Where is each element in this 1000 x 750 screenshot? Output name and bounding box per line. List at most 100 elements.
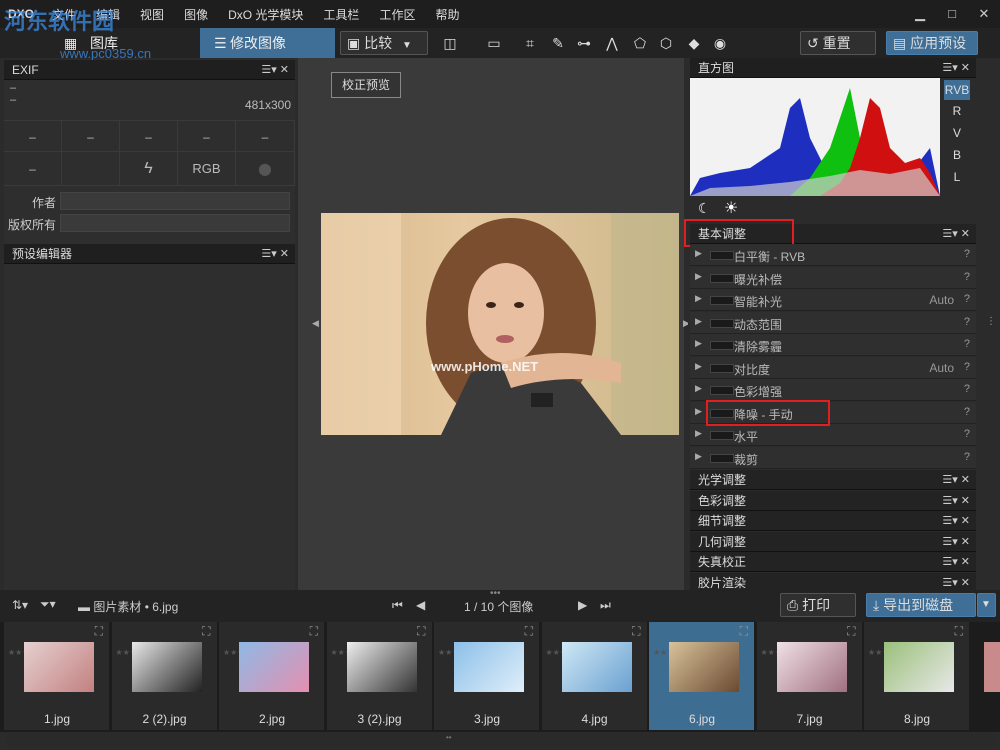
thumbnail[interactable]: ★★★★★ ⛶ 8.jpg bbox=[864, 622, 970, 730]
help-icon[interactable]: ? bbox=[964, 338, 970, 350]
eyedropper-icon[interactable]: ✎ bbox=[548, 33, 568, 53]
section-controls[interactable]: ☰▾ ✕ bbox=[942, 470, 970, 490]
rating-stars[interactable]: ★★★★★ bbox=[761, 648, 797, 658]
right-edge-handle[interactable]: ⋮ bbox=[986, 316, 996, 327]
minimize-button[interactable]: ▁ bbox=[904, 0, 936, 28]
section-controls[interactable]: ☰▾ ✕ bbox=[942, 532, 970, 552]
expand-arrow-icon[interactable]: ▶ bbox=[695, 271, 702, 282]
compare-button[interactable]: ▣ 比较 ▼ bbox=[340, 31, 428, 55]
expand-arrow-icon[interactable]: ▶ bbox=[695, 451, 702, 462]
apply-preset-button[interactable]: ▤ 应用预设 bbox=[886, 31, 978, 55]
section-header[interactable]: 失真校正 ☰▾ ✕ bbox=[690, 552, 976, 572]
help-icon[interactable]: ? bbox=[964, 316, 970, 328]
basic-adjust-row[interactable]: ▶ 水平? bbox=[690, 424, 976, 446]
expand-arrow-icon[interactable]: ▶ bbox=[695, 316, 702, 327]
basic-adjust-row[interactable]: ▶ 清除雾霾? bbox=[690, 334, 976, 356]
thumbnail[interactable]: ★★★★★ ⛶ 4.jpg bbox=[541, 622, 648, 730]
scrollbar-grip[interactable]: •• bbox=[446, 733, 452, 742]
menu-view[interactable]: 视图 bbox=[130, 6, 174, 23]
help-icon[interactable]: ? bbox=[964, 248, 970, 260]
channel-rvb[interactable]: RVB bbox=[944, 80, 970, 100]
enable-toggle[interactable] bbox=[710, 296, 734, 305]
copyright-field[interactable] bbox=[60, 214, 290, 232]
expand-arrow-icon[interactable]: ▶ bbox=[695, 361, 702, 372]
menu-optics[interactable]: DxO 光学模块 bbox=[218, 6, 313, 23]
help-icon[interactable]: ? bbox=[964, 406, 970, 418]
correct-preview-button[interactable]: 校正预览 bbox=[331, 72, 401, 98]
enable-toggle[interactable] bbox=[710, 363, 734, 373]
expand-arrow-icon[interactable]: ▶ bbox=[695, 293, 702, 304]
prev-image-icon[interactable]: ◀ bbox=[416, 598, 425, 612]
section-controls[interactable]: ☰▾ ✕ bbox=[942, 511, 970, 531]
rating-stars[interactable]: ★★★★★ bbox=[223, 648, 259, 658]
enable-toggle[interactable] bbox=[710, 273, 734, 283]
basic-adjust-row[interactable]: ▶ 裁剪? bbox=[690, 446, 976, 469]
histogram-panel-controls[interactable]: ☰▾ ✕ bbox=[942, 58, 970, 78]
eye-icon[interactable]: ◉ bbox=[710, 33, 730, 53]
rating-stars[interactable]: ★★★★★ bbox=[331, 648, 367, 658]
channel-b[interactable]: B bbox=[944, 144, 970, 166]
grid-perspective-icon[interactable]: ⬡ bbox=[656, 33, 676, 53]
basic-adjust-row[interactable]: ▶ 对比度 Auto? bbox=[690, 356, 976, 379]
help-icon[interactable]: ? bbox=[964, 293, 970, 305]
section-header[interactable]: 细节调整 ☰▾ ✕ bbox=[690, 511, 976, 531]
enable-toggle[interactable] bbox=[710, 453, 734, 463]
reset-button[interactable]: ↺ 重置 bbox=[800, 31, 876, 55]
perspective-icon[interactable]: ⋀ bbox=[602, 33, 622, 53]
thumbnail[interactable]: ★★★★★ ⛶ 6.jpg bbox=[649, 622, 755, 730]
filter-icon[interactable]: ⏷▾ bbox=[40, 597, 56, 612]
channel-v[interactable]: V bbox=[944, 122, 970, 144]
thumbnail[interactable]: ★★★★★ ⛶ 3 (2).jpg bbox=[326, 622, 433, 730]
channel-l[interactable]: L bbox=[944, 166, 970, 188]
eraser-icon[interactable]: ◆ bbox=[684, 33, 704, 53]
folder-path[interactable]: ▬ 图片素材 • 6.jpg bbox=[78, 598, 178, 615]
menu-help[interactable]: 帮助 bbox=[425, 6, 469, 23]
enable-toggle[interactable] bbox=[710, 341, 734, 350]
export-button[interactable]: ⤓ 导出到磁盘 bbox=[866, 593, 976, 617]
help-icon[interactable]: ? bbox=[964, 271, 970, 283]
print-button[interactable]: ⎙ 打印 bbox=[780, 593, 856, 617]
enable-toggle[interactable] bbox=[710, 386, 734, 395]
rating-stars[interactable]: ★★★★★ bbox=[868, 648, 904, 658]
section-controls[interactable]: ☰▾ ✕ bbox=[942, 552, 970, 572]
rating-stars[interactable]: ★★★★★ bbox=[116, 648, 152, 658]
exif-panel-controls[interactable]: ☰▾ ✕ bbox=[261, 60, 289, 80]
rating-stars[interactable]: ★★★★★ bbox=[438, 648, 474, 658]
export-dropdown[interactable]: ▼ bbox=[977, 593, 996, 617]
close-button[interactable]: ✕ bbox=[968, 0, 1000, 28]
enable-toggle[interactable] bbox=[710, 251, 734, 260]
level-icon[interactable]: ⊶ bbox=[574, 33, 594, 53]
help-icon[interactable]: ? bbox=[964, 361, 970, 373]
help-icon[interactable]: ? bbox=[964, 383, 970, 395]
sort-icon[interactable]: ⇅▾ bbox=[12, 598, 28, 612]
moon-icon[interactable]: ☾ bbox=[698, 200, 711, 217]
section-controls[interactable]: ☰▾ ✕ bbox=[942, 491, 970, 511]
expand-arrow-icon[interactable]: ▶ bbox=[695, 248, 702, 259]
menu-toolbar[interactable]: 工具栏 bbox=[313, 6, 369, 23]
preset-panel-controls[interactable]: ☰▾ ✕ bbox=[261, 244, 289, 264]
enable-toggle[interactable] bbox=[710, 431, 734, 440]
split-view-icon[interactable]: ◫ bbox=[440, 33, 460, 53]
menu-workspace[interactable]: 工作区 bbox=[369, 6, 425, 23]
basic-adjust-row[interactable]: ▶ 曝光补偿? bbox=[690, 266, 976, 289]
basic-adjust-row[interactable]: ▶ 动态范围? bbox=[690, 311, 976, 334]
thumbnail[interactable]: ★★★★★ ⛶ 7.jpg bbox=[756, 622, 863, 730]
first-image-icon[interactable]: ⏮ bbox=[392, 598, 403, 613]
expand-arrow-icon[interactable]: ▶ bbox=[695, 428, 702, 439]
expand-arrow-icon[interactable]: ▶ bbox=[695, 406, 702, 417]
rating-stars[interactable]: ★★★★★ bbox=[546, 648, 582, 658]
expand-arrow-icon[interactable]: ▶ bbox=[695, 383, 702, 394]
last-image-icon[interactable]: ⏭ bbox=[600, 598, 611, 613]
next-image-icon[interactable]: ▶ bbox=[578, 598, 587, 612]
crop-icon[interactable]: ⌗ bbox=[520, 33, 540, 53]
thumbnail[interactable]: ★★★★★ ⛶ 3.jpg bbox=[434, 622, 540, 730]
help-icon[interactable]: ? bbox=[964, 428, 970, 440]
expand-arrow-icon[interactable]: ▶ bbox=[695, 338, 702, 349]
filmstrip-scrollbar[interactable]: •• bbox=[6, 733, 996, 745]
partial-thumbnail[interactable] bbox=[984, 642, 1000, 692]
thumbnail[interactable]: ★★★★★ ⛶ 1.jpg bbox=[4, 622, 110, 730]
author-field[interactable] bbox=[60, 192, 290, 210]
collapse-left-icon[interactable]: ◀ bbox=[312, 318, 319, 329]
rating-stars[interactable]: ★★★★★ bbox=[8, 648, 44, 658]
channel-r[interactable]: R bbox=[944, 100, 970, 122]
